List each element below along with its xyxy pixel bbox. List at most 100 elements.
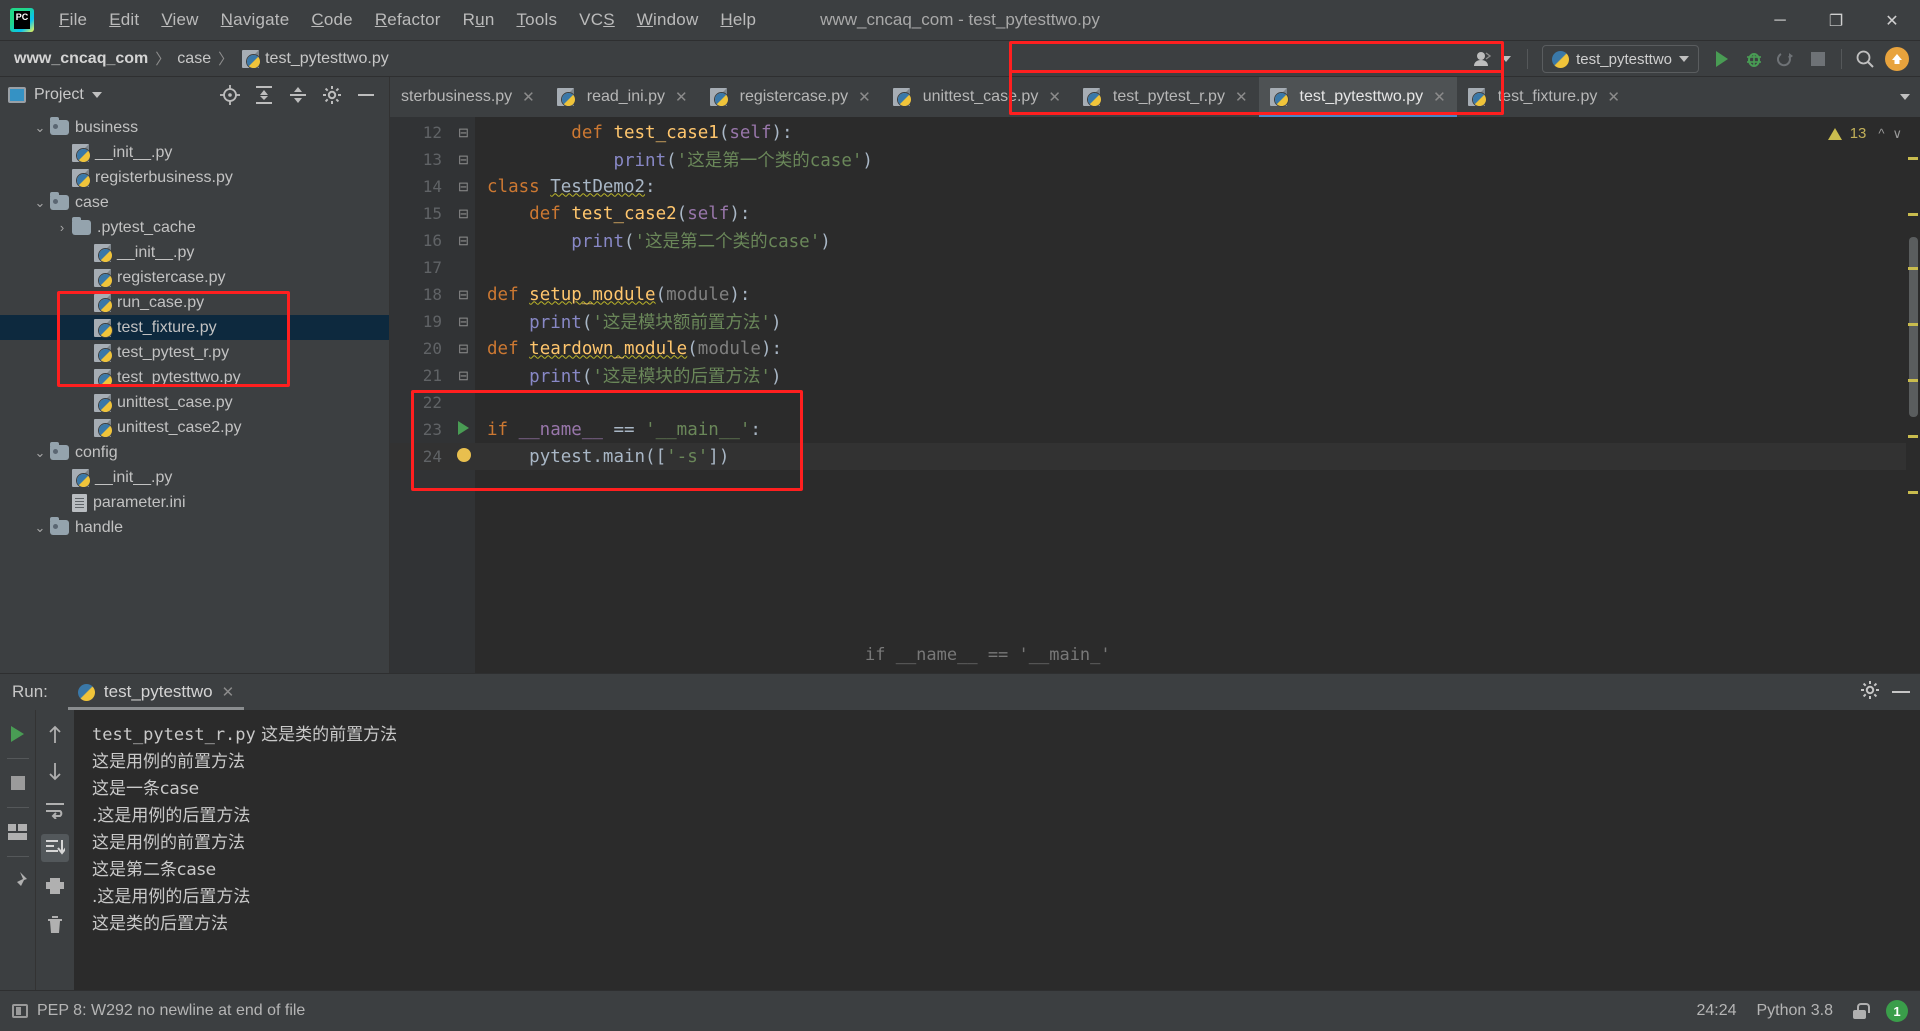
code-fold-icon[interactable]: ⊟ — [452, 152, 475, 168]
close-button[interactable]: ✕ — [1864, 0, 1920, 41]
tab-close-icon[interactable]: ✕ — [1048, 88, 1061, 106]
project-tree[interactable]: ⌄ business __init__.py registerbusiness.py ⌄… — [0, 113, 389, 673]
tree-node[interactable]: ⌄ business — [0, 115, 389, 140]
tabs-chevron-down-icon[interactable] — [1900, 94, 1910, 100]
layout-icon[interactable] — [4, 818, 32, 846]
menu-item-file[interactable]: File — [48, 6, 98, 34]
tree-node[interactable]: __init__.py — [0, 240, 389, 265]
trash-icon[interactable] — [41, 910, 69, 938]
menu-item-view[interactable]: View — [150, 6, 209, 34]
inspection-widget[interactable]: 13 ^ ∨ — [1827, 125, 1902, 142]
tree-node[interactable]: unittest_case2.py — [0, 415, 389, 440]
rerun-icon[interactable] — [4, 720, 32, 748]
editor-scrollbar[interactable] — [1906, 117, 1920, 673]
tree-node[interactable]: unittest_case.py — [0, 390, 389, 415]
code-line[interactable]: 24 pytest.main(['-s']) — [390, 443, 1920, 470]
tree-node[interactable]: test_pytesttwo.py — [0, 365, 389, 390]
editor-tab[interactable]: test_pytesttwo.py ✕ — [1258, 77, 1457, 117]
breadcrumb-file[interactable]: test_pytesttwo.py — [265, 50, 389, 68]
pin-icon[interactable] — [4, 867, 32, 895]
close-icon[interactable]: ✕ — [222, 683, 235, 701]
hide-icon[interactable] — [351, 81, 381, 109]
expand-all-icon[interactable] — [249, 81, 279, 109]
coverage-button[interactable] — [1771, 45, 1801, 73]
maximize-button[interactable]: ❐ — [1808, 0, 1864, 41]
down-arrow-icon[interactable] — [41, 758, 69, 786]
code-line[interactable]: 18 ⊟ def setup_module(module): — [390, 281, 1920, 308]
chevron-right-icon[interactable]: › — [52, 220, 72, 235]
code-editor[interactable]: 12 ⊟ def test_case1(self): 13 ⊟ print('这是第一… — [390, 117, 1920, 673]
code-fold-icon[interactable]: ⊟ — [452, 341, 475, 357]
run-gutter-icon[interactable] — [452, 421, 475, 438]
code-fold-icon[interactable]: ⊟ — [452, 314, 475, 330]
up-arrow-icon[interactable] — [41, 720, 69, 748]
menu-item-edit[interactable]: Edit — [98, 6, 150, 34]
breadcrumb-project[interactable]: www_cncaq_com — [14, 50, 148, 68]
code-line[interactable]: 23 if __name__ == '__main__': — [390, 416, 1920, 443]
chevron-down-icon[interactable]: ⌄ — [30, 520, 50, 536]
tree-node[interactable]: __init__.py — [0, 465, 389, 490]
update-icon[interactable] — [1882, 45, 1912, 73]
caret-position[interactable]: 24:24 — [1696, 1002, 1736, 1020]
gear-icon[interactable] — [1860, 680, 1880, 705]
code-line[interactable]: 13 ⊟ print('这是第一个类的case') — [390, 146, 1920, 173]
account-icon[interactable] — [1469, 45, 1499, 73]
code-fold-icon[interactable]: ⊟ — [452, 206, 475, 222]
code-line[interactable]: 19 ⊟ print('这是模块额前置方法') — [390, 308, 1920, 335]
tree-node[interactable]: registercase.py — [0, 265, 389, 290]
tree-node[interactable]: __init__.py — [0, 140, 389, 165]
locate-icon[interactable] — [215, 81, 245, 109]
code-line[interactable]: 21 ⊟ print('这是模块的后置方法') — [390, 362, 1920, 389]
scroll-to-end-icon[interactable] — [41, 834, 69, 862]
editor-tab[interactable]: registercase.py ✕ — [699, 77, 882, 117]
chevron-down-icon[interactable]: ⌄ — [30, 195, 50, 211]
scrollbar-thumb[interactable] — [1909, 237, 1918, 417]
settings-icon[interactable] — [317, 81, 347, 109]
editor-tab[interactable]: test_pytest_r.py ✕ — [1072, 77, 1259, 117]
tree-node[interactable]: test_fixture.py — [0, 315, 389, 340]
tree-node[interactable]: › .pytest_cache — [0, 215, 389, 240]
tree-node[interactable]: ⌄ handle — [0, 515, 389, 540]
tree-node[interactable]: run_case.py — [0, 290, 389, 315]
code-line[interactable]: 22 — [390, 389, 1920, 416]
chevron-down-icon[interactable]: ⌄ — [30, 445, 50, 461]
run-tab[interactable]: test_pytesttwo ✕ — [67, 674, 245, 710]
code-line[interactable]: 14 ⊟ class TestDemo2: — [390, 173, 1920, 200]
stop-icon[interactable] — [4, 769, 32, 797]
tab-close-icon[interactable]: ✕ — [858, 88, 871, 106]
layout-toggle-icon[interactable] — [12, 1004, 28, 1018]
menu-item-code[interactable]: Code — [300, 6, 363, 34]
menu-item-window[interactable]: Window — [626, 6, 710, 34]
menu-item-tools[interactable]: Tools — [505, 6, 568, 34]
stop-button[interactable] — [1803, 45, 1833, 73]
run-button[interactable] — [1707, 45, 1737, 73]
menu-item-refactor[interactable]: Refactor — [364, 6, 452, 34]
tree-node[interactable]: test_pytest_r.py — [0, 340, 389, 365]
minimize-button[interactable]: ─ — [1752, 0, 1808, 41]
run-console[interactable]: test_pytest_r.py 这是类的前置方法 这是用例的前置方法 这是一条ca… — [74, 710, 1920, 990]
code-line[interactable]: 17 — [390, 254, 1920, 281]
chevron-up-icon[interactable]: ^ — [1878, 126, 1884, 141]
code-fold-icon[interactable]: ⊟ — [452, 179, 475, 195]
print-icon[interactable] — [41, 872, 69, 900]
menu-item-help[interactable]: Help — [709, 6, 767, 34]
menu-item-run[interactable]: Run — [452, 6, 506, 34]
chevron-down-icon[interactable]: ⌄ — [30, 120, 50, 136]
tab-close-icon[interactable]: ✕ — [1433, 88, 1446, 106]
debug-button[interactable] — [1739, 45, 1769, 73]
tree-node[interactable]: ⌄ config — [0, 440, 389, 465]
breadcrumb-folder[interactable]: case — [177, 50, 211, 68]
editor-tabs[interactable]: sterbusiness.py ✕ read_ini.py ✕ registercase… — [390, 77, 1890, 117]
collapse-all-icon[interactable] — [283, 81, 313, 109]
code-line[interactable]: 16 ⊟ print('这是第二个类的case') — [390, 227, 1920, 254]
code-fold-icon[interactable]: ⊟ — [452, 368, 475, 384]
tab-close-icon[interactable]: ✕ — [1607, 88, 1620, 106]
code-fold-icon[interactable]: ⊟ — [452, 233, 475, 249]
tree-node[interactable]: registerbusiness.py — [0, 165, 389, 190]
project-title[interactable]: Project — [8, 86, 102, 104]
interpreter-label[interactable]: Python 3.8 — [1757, 1002, 1834, 1020]
code-line[interactable]: 20 ⊟ def teardown_module(module): — [390, 335, 1920, 362]
code-fold-icon[interactable]: ⊟ — [452, 125, 475, 141]
menu-item-vcs[interactable]: VCS — [568, 6, 626, 34]
code-line[interactable]: 15 ⊟ def test_case2(self): — [390, 200, 1920, 227]
